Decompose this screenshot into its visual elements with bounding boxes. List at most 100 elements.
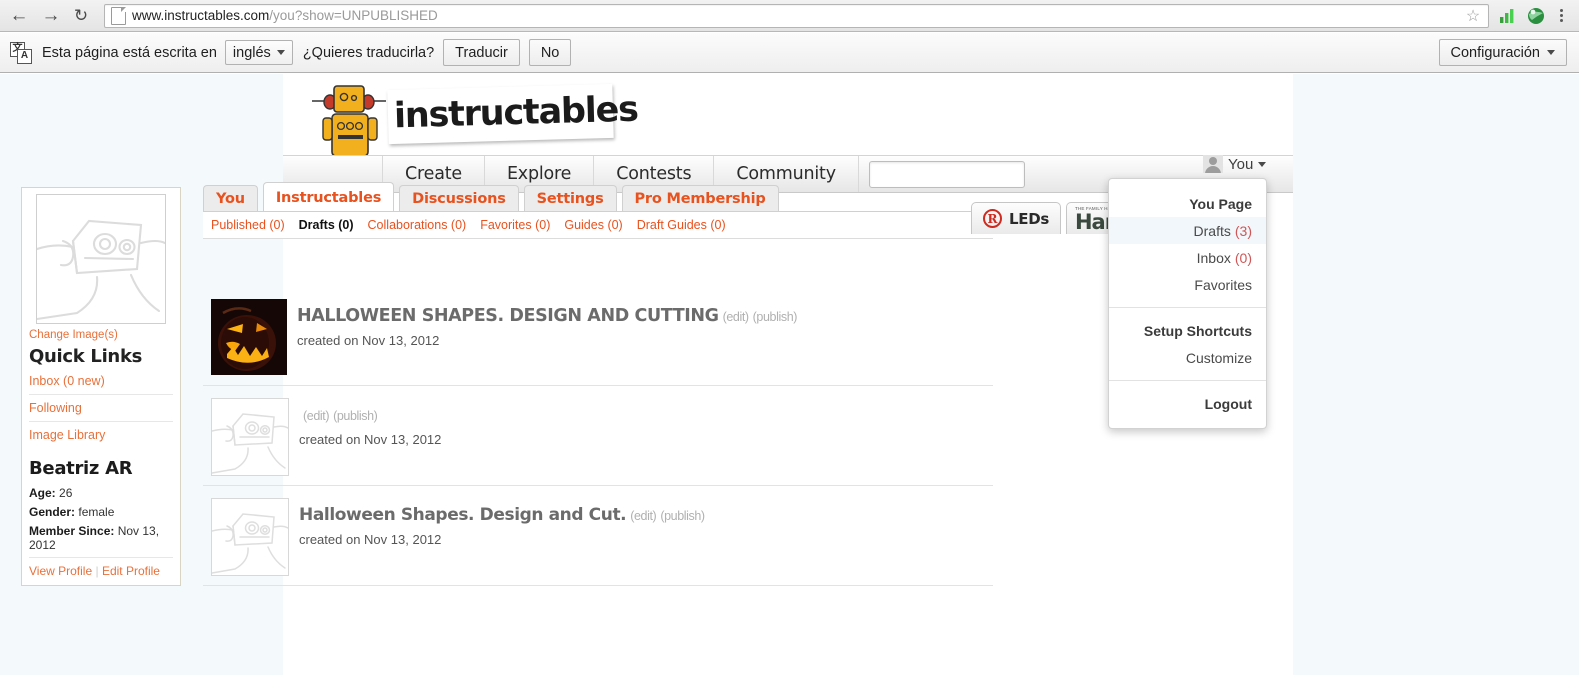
change-image-link[interactable]: Change Image(s) bbox=[29, 329, 173, 341]
forward-arrow-icon[interactable]: → bbox=[38, 3, 64, 29]
draft-title-text[interactable]: HALLOWEEN SHAPES. DESIGN AND CUTTING bbox=[297, 306, 719, 326]
tab-discussions[interactable]: Discussions bbox=[399, 185, 519, 212]
draft-thumbnail-pumpkin[interactable] bbox=[211, 299, 287, 375]
draft-publish-link[interactable]: (publish) bbox=[660, 509, 705, 523]
profile-meta-member-since: Member Since: Nov 13, 2012 bbox=[29, 524, 173, 552]
draft-title: (edit) (publish) bbox=[299, 405, 441, 425]
translate-settings-label: Configuración bbox=[1450, 44, 1540, 61]
tab-pro-membership[interactable]: Pro Membership bbox=[621, 185, 779, 212]
draft-thumbnail-placeholder[interactable] bbox=[211, 398, 289, 476]
profile-meta-age-value: 26 bbox=[59, 486, 73, 500]
draft-edit-link[interactable]: (edit) bbox=[303, 409, 329, 423]
menu-item-logout[interactable]: Logout bbox=[1109, 390, 1266, 417]
tab-instructables[interactable]: Instructables bbox=[262, 182, 395, 212]
back-arrow-icon[interactable]: ← bbox=[6, 3, 32, 29]
profile-avatar-image[interactable] bbox=[36, 194, 166, 324]
chevron-down-icon bbox=[1547, 50, 1555, 55]
quick-link-inbox[interactable]: Inbox (0 new) bbox=[29, 372, 173, 394]
draft-edit-link[interactable]: (edit) bbox=[630, 509, 656, 523]
menu-item-customize[interactable]: Customize bbox=[1109, 344, 1266, 371]
translate-button[interactable]: Traducir bbox=[443, 39, 520, 66]
bookmark-star-icon[interactable]: ☆ bbox=[1462, 6, 1484, 26]
profile-links-separator: | bbox=[95, 564, 99, 578]
subtab-published[interactable]: Published (0) bbox=[211, 218, 285, 232]
menu-item-inbox[interactable]: Inbox (0) bbox=[1109, 244, 1266, 271]
menu-divider bbox=[1109, 307, 1266, 308]
main-column: You Instructables Discussions Settings P… bbox=[203, 182, 993, 598]
language-select-label: inglés bbox=[232, 44, 271, 61]
url-text: www.instructables.com/you?show=UNPUBLISH… bbox=[132, 8, 438, 23]
profile-user-name: Beatriz AR bbox=[29, 458, 133, 479]
logo-wordmark: instructables bbox=[393, 89, 639, 137]
draft-edit-link[interactable]: (edit) bbox=[723, 310, 749, 324]
site-header: instructables bbox=[283, 74, 1293, 180]
robot-placeholder-icon bbox=[37, 219, 165, 321]
draft-publish-link[interactable]: (publish) bbox=[753, 310, 798, 324]
menu-item-drafts[interactable]: Drafts (3) bbox=[1109, 217, 1266, 244]
menu-item-drafts-count: (3) bbox=[1234, 222, 1252, 239]
profile-meta-age: Age: 26 bbox=[29, 486, 173, 500]
tab-you[interactable]: You bbox=[203, 185, 258, 212]
tab-settings[interactable]: Settings bbox=[523, 185, 617, 212]
translate-bar: 文A Esta página está escrita en inglés ¿Q… bbox=[0, 33, 1579, 73]
translate-icon: 文A bbox=[10, 41, 32, 64]
user-menu-trigger[interactable]: You bbox=[1203, 155, 1267, 173]
menu-divider bbox=[1109, 380, 1266, 381]
contest-tab-leds[interactable]: R LEDs bbox=[971, 202, 1061, 234]
sub-tabs: Published (0) Drafts (0) Collaborations … bbox=[203, 211, 993, 239]
translate-settings-button[interactable]: Configuración bbox=[1438, 39, 1567, 66]
translate-message: Esta página está escrita en bbox=[42, 44, 217, 61]
draft-title: HALLOWEEN SHAPES. DESIGN AND CUTTING (edi… bbox=[297, 306, 797, 326]
profile-meta-gender-key: Gender: bbox=[29, 505, 76, 519]
table-row: (edit) (publish) created on Nov 13, 2012 bbox=[203, 398, 993, 486]
language-select[interactable]: inglés bbox=[224, 40, 293, 65]
view-profile-link[interactable]: View Profile bbox=[29, 564, 92, 578]
chevron-down-icon bbox=[276, 50, 285, 55]
globe-icon[interactable] bbox=[1523, 3, 1549, 29]
main-tabs: You Instructables Discussions Settings P… bbox=[203, 182, 993, 212]
subtab-collaborations[interactable]: Collaborations (0) bbox=[368, 218, 467, 232]
menu-item-setup-shortcuts[interactable]: Setup Shortcuts bbox=[1109, 317, 1266, 344]
menu-item-you-page-label: You Page bbox=[1189, 195, 1252, 212]
profile-links: View Profile | Edit Profile bbox=[29, 557, 173, 578]
profile-meta-age-key: Age: bbox=[29, 486, 56, 500]
user-avatar-icon bbox=[1203, 155, 1223, 173]
menu-item-inbox-count: (0) bbox=[1234, 249, 1252, 266]
menu-item-favorites[interactable]: Favorites bbox=[1109, 271, 1266, 298]
reload-icon[interactable]: ↻ bbox=[68, 3, 94, 29]
browser-toolbar: ← → ↻ www.instructables.com/you?show=UNP… bbox=[0, 0, 1579, 32]
translate-no-button[interactable]: No bbox=[528, 39, 572, 66]
subtab-draft-guides[interactable]: Draft Guides (0) bbox=[637, 218, 726, 232]
quick-links-heading: Quick Links bbox=[29, 346, 143, 367]
edit-profile-link[interactable]: Edit Profile bbox=[102, 564, 160, 578]
menu-item-drafts-label: Drafts bbox=[1193, 222, 1231, 239]
menu-item-you-page[interactable]: You Page bbox=[1109, 190, 1266, 217]
contest-tab-leds-label: LEDs bbox=[1009, 209, 1049, 228]
draft-body: HALLOWEEN SHAPES. DESIGN AND CUTTING (edi… bbox=[297, 299, 797, 348]
menu-item-logout-label: Logout bbox=[1204, 395, 1252, 412]
translate-question: ¿Quieres traducirla? bbox=[302, 44, 435, 61]
draft-body: (edit) (publish) created on Nov 13, 2012 bbox=[299, 398, 441, 447]
subtab-favorites[interactable]: Favorites (0) bbox=[480, 218, 550, 232]
profile-meta-member-since-key: Member Since: bbox=[29, 524, 115, 538]
draft-thumbnail-placeholder[interactable] bbox=[211, 498, 289, 576]
profile-meta-gender-value: female bbox=[78, 505, 115, 519]
draft-title-text[interactable]: Halloween Shapes. Design and Cut. bbox=[299, 505, 627, 525]
signal-bars-icon[interactable] bbox=[1495, 3, 1521, 29]
subtab-guides[interactable]: Guides (0) bbox=[564, 218, 622, 232]
robot-placeholder-icon bbox=[212, 513, 288, 574]
chevron-down-icon bbox=[1258, 161, 1267, 167]
browser-menu-icon[interactable] bbox=[1551, 9, 1571, 22]
draft-created-date: created on Nov 13, 2012 bbox=[299, 432, 442, 447]
table-row: HALLOWEEN SHAPES. DESIGN AND CUTTING (edi… bbox=[203, 299, 993, 386]
radioshack-r-icon: R bbox=[983, 209, 1002, 228]
quick-link-following[interactable]: Following bbox=[29, 394, 173, 421]
subtab-drafts[interactable]: Drafts (0) bbox=[299, 218, 354, 232]
user-menu-trigger-label: You bbox=[1228, 155, 1254, 173]
drafts-list: HALLOWEEN SHAPES. DESIGN AND CUTTING (edi… bbox=[203, 299, 993, 586]
quick-link-image-library[interactable]: Image Library bbox=[29, 421, 173, 448]
draft-created-date: created on Nov 13, 2012 bbox=[297, 333, 440, 348]
draft-publish-link[interactable]: (publish) bbox=[333, 409, 378, 423]
menu-item-favorites-label: Favorites bbox=[1194, 276, 1252, 293]
address-bar[interactable]: www.instructables.com/you?show=UNPUBLISH… bbox=[104, 3, 1489, 28]
